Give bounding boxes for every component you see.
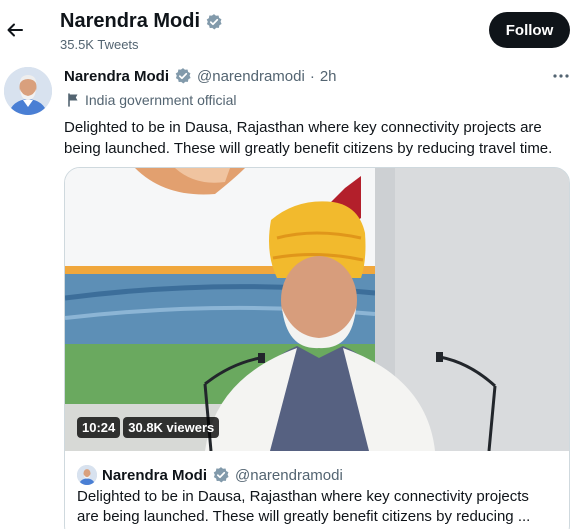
page-title: Narendra Modi (60, 10, 223, 33)
avatar-image (4, 67, 52, 115)
quote-avatar (77, 465, 97, 485)
verified-badge-icon (175, 68, 191, 84)
quote-author-handle: @narendramodi (235, 466, 343, 484)
tweet-timestamp[interactable]: 2h (320, 68, 337, 85)
avatar[interactable] (4, 67, 52, 115)
follow-button[interactable]: Follow (489, 12, 570, 48)
label-text: India government official (85, 92, 237, 108)
government-label[interactable]: India government official (67, 92, 237, 108)
separator-dot: · (309, 67, 315, 85)
arrow-left-icon (7, 23, 23, 37)
flag-icon (68, 93, 78, 107)
tweet-header: Narendra Modi @narendramodi · 2h (64, 67, 337, 85)
quote-text: Delighted to be in Dausa, Rajasthan wher… (77, 487, 563, 527)
quoted-tweet[interactable]: Narendra Modi @narendramodi Delighted to… (65, 451, 569, 529)
video-viewers: 30.8K viewers (123, 417, 220, 438)
more-horizontal-icon (553, 74, 569, 78)
quote-header: Narendra Modi @narendramodi (77, 465, 343, 485)
video-frame (65, 168, 569, 451)
quote-author-name: Narendra Modi (102, 466, 208, 484)
back-button[interactable] (4, 16, 26, 44)
profile-name: Narendra Modi (60, 10, 201, 32)
more-options-button[interactable] (552, 67, 570, 85)
tweet-text: Delighted to be in Dausa, Rajasthan wher… (64, 119, 553, 157)
video-stats: 10:24 30.8K viewers (77, 417, 220, 438)
tweet-count: 35.5K Tweets (60, 37, 139, 52)
author-handle[interactable]: @narendramodi (197, 68, 305, 85)
quote-text-line-2: are being launched. These will greatly b… (77, 508, 531, 525)
video-player[interactable]: 10:24 30.8K viewers (65, 168, 569, 451)
verified-badge-icon (206, 13, 222, 29)
profile-header: Narendra Modi 35.5K Tweets Follow (0, 0, 574, 60)
video-duration: 10:24 (77, 417, 121, 438)
quote-avatar-image (77, 465, 97, 485)
media-card[interactable]: 10:24 30.8K viewers Narendra Modi @naren… (64, 167, 570, 529)
verified-badge-icon (213, 467, 229, 483)
quote-text-line-1: Delighted to be in Dausa, Rajasthan wher… (77, 488, 529, 505)
author-name[interactable]: Narendra Modi (64, 68, 169, 85)
